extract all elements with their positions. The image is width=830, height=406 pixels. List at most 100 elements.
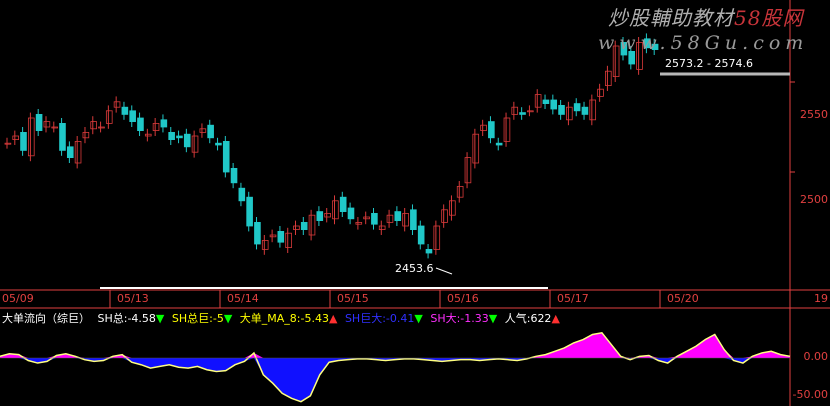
candle-body — [246, 196, 253, 227]
candle-body — [347, 207, 355, 220]
indicator-legend: 大单流向（综巨） SH总:-4.58▼ SH总巨:-5▼ 大单_MA_8:-5.… — [2, 310, 564, 326]
candle-body — [51, 126, 58, 129]
candle-body — [332, 200, 339, 220]
candle-body — [534, 94, 542, 108]
candle-body — [472, 133, 480, 164]
candle-body — [441, 209, 448, 223]
candle-body — [488, 121, 495, 139]
candle-body — [378, 225, 386, 230]
price-markers — [100, 72, 790, 289]
candle-body — [285, 232, 292, 248]
candle-body — [519, 112, 526, 115]
watermark-url: www.58Gu.com — [598, 32, 809, 54]
candle-body — [386, 214, 394, 223]
candle-body — [105, 110, 113, 124]
candle-body — [152, 123, 160, 132]
candle-body — [20, 131, 27, 151]
candle-body — [183, 133, 191, 148]
indicator-title: 大单流向（综巨） — [2, 312, 90, 325]
candle-body — [394, 211, 402, 222]
candle-body — [371, 212, 378, 225]
low-price-label: 2453.6 — [395, 262, 434, 275]
x-tick-label: 05/15 — [337, 292, 369, 305]
candle-body — [59, 123, 66, 151]
candle-body — [605, 70, 612, 86]
candle-body — [66, 146, 74, 159]
legend-item-sh-total-huge: SH总巨:-5▼ — [171, 312, 233, 325]
candle-body — [589, 99, 597, 121]
candle-body — [300, 221, 308, 230]
candle-body — [480, 124, 487, 131]
candle-body — [511, 106, 519, 115]
legend-item-sh-huge: SH巨大:-0.41▼ — [344, 312, 423, 325]
candle-body — [215, 142, 222, 146]
x-tick-label: 05/13 — [117, 292, 149, 305]
candle-body — [410, 209, 417, 231]
x-tick-label: 05/20 — [667, 292, 699, 305]
candle-body — [261, 239, 269, 250]
y-tick-label: 2500 — [800, 193, 828, 206]
candle-body — [160, 119, 168, 128]
legend-item-ma8: 大单_MA_8:-5.43▲ — [239, 312, 338, 325]
candle-body — [269, 234, 277, 238]
candle-body — [581, 106, 589, 115]
candlestick-series — [4, 33, 659, 259]
candle-body — [425, 248, 433, 254]
candle-body — [121, 106, 129, 115]
candle-body — [542, 99, 550, 104]
candle-body — [558, 105, 565, 115]
legend-item-sh-total: SH总:-4.58▼ — [97, 312, 165, 325]
candle-body — [363, 216, 370, 220]
candle-body — [550, 99, 558, 110]
candle-body — [254, 221, 261, 245]
lower-y-tick-label: -50.00 — [792, 388, 828, 401]
high-range-label: 2573.2 - 2574.6 — [665, 57, 753, 70]
candle-body — [35, 114, 43, 132]
candle-body — [129, 110, 136, 123]
candle-body — [456, 185, 464, 198]
candle-body — [43, 121, 51, 128]
candle-body — [355, 221, 363, 225]
lower-y-tick-label: 0.00 — [803, 350, 829, 363]
candle-body — [293, 225, 300, 230]
candle-body — [230, 167, 238, 184]
candle-body — [74, 140, 82, 164]
legend-item-sh-big: SH大:-1.33▼ — [430, 312, 498, 325]
candle-body — [137, 117, 144, 131]
candle-body — [4, 142, 12, 145]
candle-body — [566, 106, 573, 121]
candle-body — [168, 131, 175, 140]
x-tick-label: 05/16 — [447, 292, 479, 305]
candle-body — [324, 212, 331, 218]
candle-body — [464, 157, 472, 184]
candle-body — [199, 128, 207, 133]
candle-body — [308, 214, 316, 236]
y-tick-label: 19 — [814, 292, 828, 305]
negative-flow-area — [0, 358, 790, 402]
candle-body — [222, 140, 230, 173]
x-tick-label: 05/09 — [2, 292, 34, 305]
candle-body — [597, 88, 604, 97]
candle-body — [82, 131, 90, 139]
x-tick-label: 05/14 — [227, 292, 259, 305]
candle-body — [449, 200, 456, 216]
flow-line — [0, 331, 791, 403]
candle-body — [238, 187, 246, 202]
candle-body — [207, 124, 214, 139]
legend-item-popularity: 人气:622▲ — [504, 312, 560, 325]
y-tick-label: 2550 — [800, 108, 828, 121]
candle-body — [90, 121, 97, 130]
low-pointer — [435, 267, 453, 275]
candle-body — [98, 126, 105, 129]
candle-body — [503, 117, 511, 142]
candle-body — [191, 135, 199, 153]
candle-body — [316, 211, 324, 222]
money-flow-area — [0, 331, 791, 403]
x-tick-label: 05/17 — [557, 292, 589, 305]
positive-flow-area — [0, 332, 790, 358]
candle-body — [433, 225, 441, 250]
candle-body — [27, 117, 35, 157]
candle-body — [277, 230, 285, 243]
candle-body — [113, 101, 121, 108]
candle-body — [417, 225, 425, 245]
